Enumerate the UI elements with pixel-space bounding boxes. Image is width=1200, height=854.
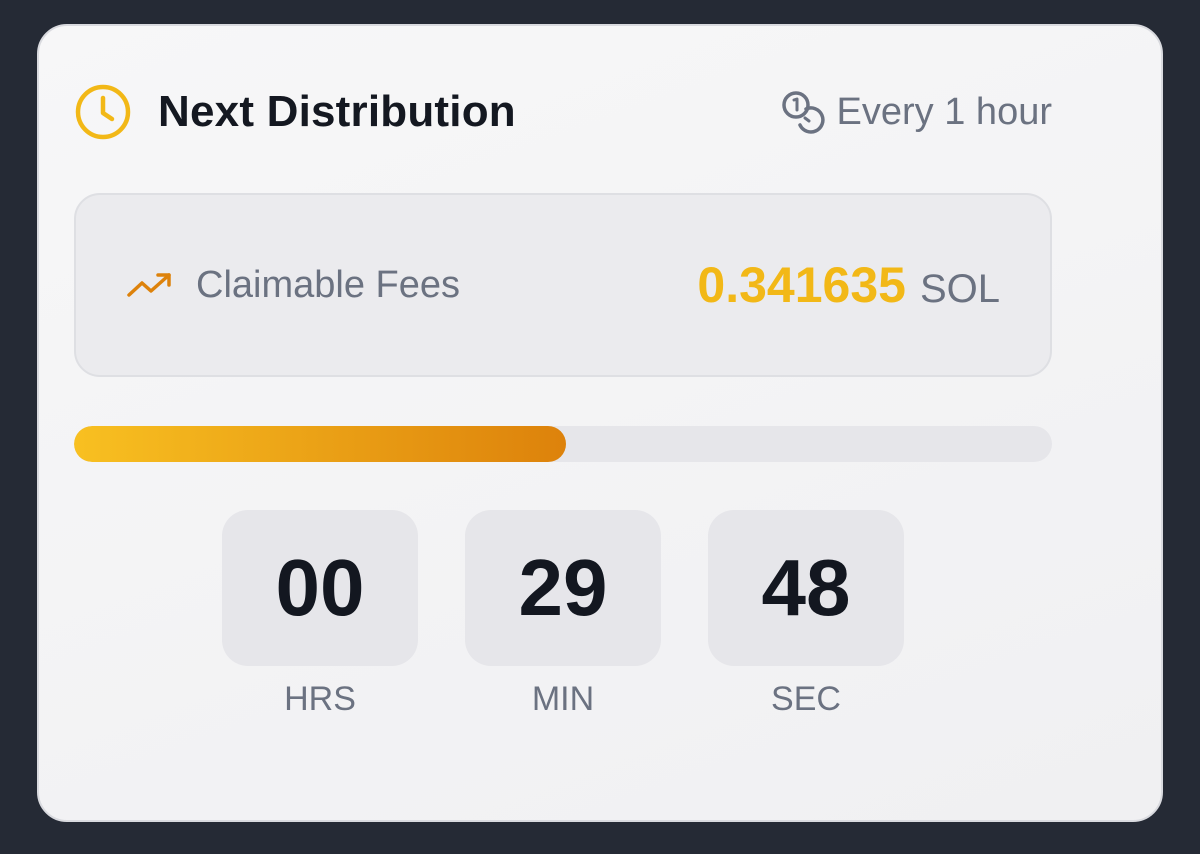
card-header: Next Distribution Every 1 hour — [74, 80, 1052, 144]
seconds-label: SEC — [771, 680, 841, 718]
hours-value: 00 — [222, 510, 418, 666]
progress-fill — [74, 426, 566, 462]
minutes-label: MIN — [531, 680, 595, 718]
timer-minutes: 29 MIN — [465, 510, 661, 719]
seconds-value: 48 — [708, 510, 904, 666]
timer-hours: 00 HRS — [222, 510, 418, 719]
coins-icon — [779, 88, 827, 136]
claimable-fees-panel: Claimable Fees 0.341635 SOL — [74, 193, 1052, 377]
title-group: Next Distribution — [74, 83, 516, 141]
fees-label-group: Claimable Fees — [126, 264, 460, 307]
fees-value: 0.341635 — [697, 257, 906, 313]
fees-amount-group: 0.341635 SOL — [697, 256, 1000, 314]
clock-icon — [74, 83, 132, 141]
hours-label: HRS — [284, 680, 356, 718]
trending-up-icon — [126, 270, 174, 300]
card-title: Next Distribution — [158, 87, 516, 136]
distribution-progress-bar — [74, 426, 1052, 462]
frequency-text: Every 1 hour — [836, 90, 1052, 133]
countdown-timer: 00 HRS 29 MIN 48 SEC — [222, 510, 904, 719]
timer-seconds: 48 SEC — [708, 510, 904, 719]
fees-unit: SOL — [919, 267, 1000, 311]
fees-label: Claimable Fees — [196, 263, 460, 306]
minutes-value: 29 — [465, 510, 661, 666]
frequency-group: Every 1 hour — [779, 88, 1052, 136]
